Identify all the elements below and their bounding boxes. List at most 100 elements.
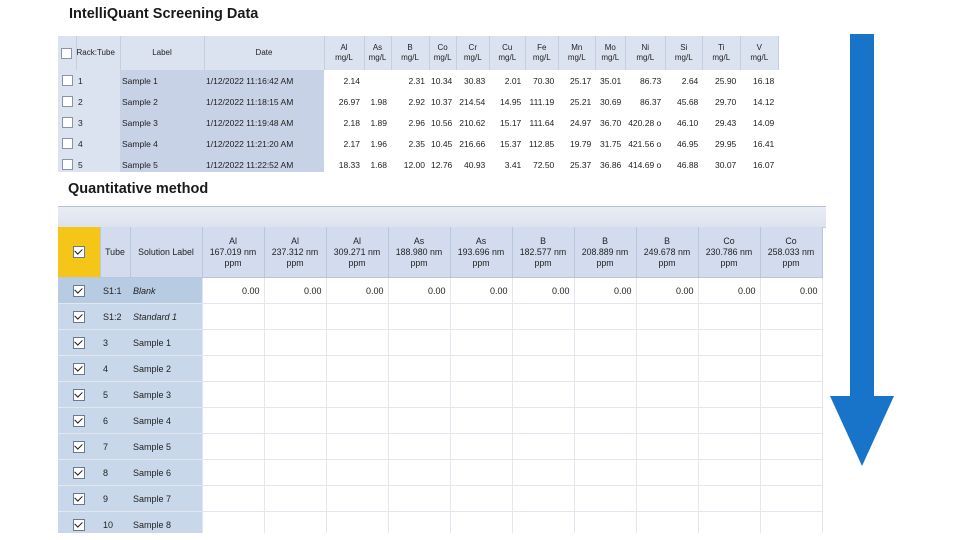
select-all-checkbox[interactable]	[58, 36, 77, 70]
value-cell[interactable]	[512, 407, 575, 434]
wavelength-header-co[interactable]: Co 230.786 nm ppm	[698, 227, 761, 278]
table-row[interactable]: 3 Sample 3 1/12/2022 11:19:48 AM 2.18 1.89 2.…	[58, 112, 779, 133]
checkbox-icon[interactable]	[73, 362, 85, 375]
value-cell[interactable]	[698, 407, 761, 434]
value-cell[interactable]	[388, 485, 451, 512]
table-row[interactable]: 10 Sample 8	[58, 511, 823, 533]
value-cell[interactable]	[760, 381, 823, 408]
value-cell[interactable]	[574, 355, 637, 382]
row-checkbox[interactable]	[58, 112, 76, 133]
row-checkbox[interactable]	[58, 277, 100, 304]
value-cell[interactable]	[326, 511, 389, 533]
solution-label-cell[interactable]: Blank	[130, 277, 203, 304]
solution-label-cell[interactable]: Sample 1	[130, 329, 203, 356]
quant-select-all-checkbox[interactable]	[58, 227, 101, 278]
wavelength-header-b[interactable]: B 182.577 nm ppm	[512, 227, 575, 278]
value-cell[interactable]	[202, 511, 265, 533]
element-header-si[interactable]: Si mg/L	[665, 36, 703, 70]
value-cell[interactable]	[202, 355, 265, 382]
value-cell[interactable]	[326, 459, 389, 486]
row-checkbox[interactable]	[58, 511, 100, 533]
value-cell[interactable]	[698, 433, 761, 460]
checkbox-icon[interactable]	[73, 518, 85, 531]
checkbox-icon[interactable]	[73, 414, 85, 427]
rack-tube-header[interactable]: Rack:Tube	[76, 36, 121, 70]
table-row[interactable]: 4 Sample 2	[58, 355, 823, 382]
value-cell[interactable]	[326, 381, 389, 408]
value-cell[interactable]	[574, 433, 637, 460]
value-cell[interactable]: 0.00	[450, 277, 513, 304]
element-header-al[interactable]: Al mg/L	[324, 36, 365, 70]
wavelength-header-as[interactable]: As 193.696 nm ppm	[450, 227, 513, 278]
checkbox-icon[interactable]	[73, 440, 85, 453]
checkbox-icon[interactable]	[73, 310, 85, 323]
value-cell[interactable]: 0.00	[388, 277, 451, 304]
table-row[interactable]: 2 Sample 2 1/12/2022 11:18:15 AM 26.97 1.98 2…	[58, 91, 779, 112]
checkbox-icon[interactable]	[73, 284, 85, 297]
value-cell[interactable]: 0.00	[636, 277, 699, 304]
row-checkbox[interactable]	[58, 70, 76, 91]
element-header-cu[interactable]: Cu mg/L	[489, 36, 526, 70]
value-cell[interactable]	[760, 355, 823, 382]
solution-label-header[interactable]: Solution Label	[130, 227, 203, 278]
value-cell[interactable]	[760, 459, 823, 486]
value-cell[interactable]: 0.00	[760, 277, 823, 304]
element-header-fe[interactable]: Fe mg/L	[525, 36, 559, 70]
checkbox-icon[interactable]	[73, 388, 85, 401]
value-cell[interactable]	[512, 459, 575, 486]
tube-header[interactable]: Tube	[100, 227, 131, 278]
element-header-ni[interactable]: Ni mg/L	[625, 36, 666, 70]
value-cell[interactable]: 0.00	[326, 277, 389, 304]
value-cell[interactable]	[636, 329, 699, 356]
wavelength-header-al[interactable]: Al 237.312 nm ppm	[264, 227, 327, 278]
value-cell[interactable]	[512, 303, 575, 330]
value-cell[interactable]	[202, 303, 265, 330]
value-cell[interactable]	[512, 355, 575, 382]
table-row[interactable]: S1:2 Standard 1	[58, 303, 823, 330]
value-cell[interactable]	[326, 303, 389, 330]
row-checkbox[interactable]	[58, 485, 100, 512]
solution-label-cell[interactable]: Sample 8	[130, 511, 203, 533]
value-cell[interactable]	[760, 329, 823, 356]
value-cell[interactable]	[450, 459, 513, 486]
value-cell[interactable]	[636, 355, 699, 382]
row-checkbox[interactable]	[58, 154, 76, 172]
value-cell[interactable]	[326, 407, 389, 434]
checkbox-icon[interactable]	[61, 159, 73, 171]
value-cell[interactable]	[760, 407, 823, 434]
value-cell[interactable]	[760, 511, 823, 533]
element-header-cr[interactable]: Cr mg/L	[456, 36, 490, 70]
row-checkbox[interactable]	[58, 133, 76, 154]
value-cell[interactable]	[760, 433, 823, 460]
table-row[interactable]: 7 Sample 5	[58, 433, 823, 460]
value-cell[interactable]	[326, 329, 389, 356]
element-header-as[interactable]: As mg/L	[364, 36, 392, 70]
value-cell[interactable]	[574, 407, 637, 434]
value-cell[interactable]: 0.00	[264, 277, 327, 304]
value-cell[interactable]	[264, 433, 327, 460]
row-checkbox[interactable]	[58, 329, 100, 356]
value-cell[interactable]	[202, 329, 265, 356]
row-checkbox[interactable]	[58, 91, 76, 112]
value-cell[interactable]	[636, 303, 699, 330]
solution-label-cell[interactable]: Sample 5	[130, 433, 203, 460]
value-cell[interactable]	[760, 485, 823, 512]
value-cell[interactable]: 0.00	[202, 277, 265, 304]
value-cell[interactable]	[388, 459, 451, 486]
value-cell[interactable]	[388, 407, 451, 434]
wavelength-header-co[interactable]: Co 258.033 nm ppm	[760, 227, 823, 278]
value-cell[interactable]	[450, 511, 513, 533]
value-cell[interactable]	[698, 485, 761, 512]
value-cell[interactable]	[202, 459, 265, 486]
value-cell[interactable]	[450, 485, 513, 512]
value-cell[interactable]	[512, 329, 575, 356]
checkbox-icon[interactable]	[73, 492, 85, 505]
row-checkbox[interactable]	[58, 303, 100, 330]
date-header[interactable]: Date	[204, 36, 325, 70]
checkbox-icon[interactable]	[72, 246, 85, 258]
label-header[interactable]: Label	[120, 36, 205, 70]
value-cell[interactable]	[698, 511, 761, 533]
solution-label-cell[interactable]: Sample 2	[130, 355, 203, 382]
checkbox-icon[interactable]	[73, 336, 85, 349]
value-cell[interactable]	[636, 485, 699, 512]
